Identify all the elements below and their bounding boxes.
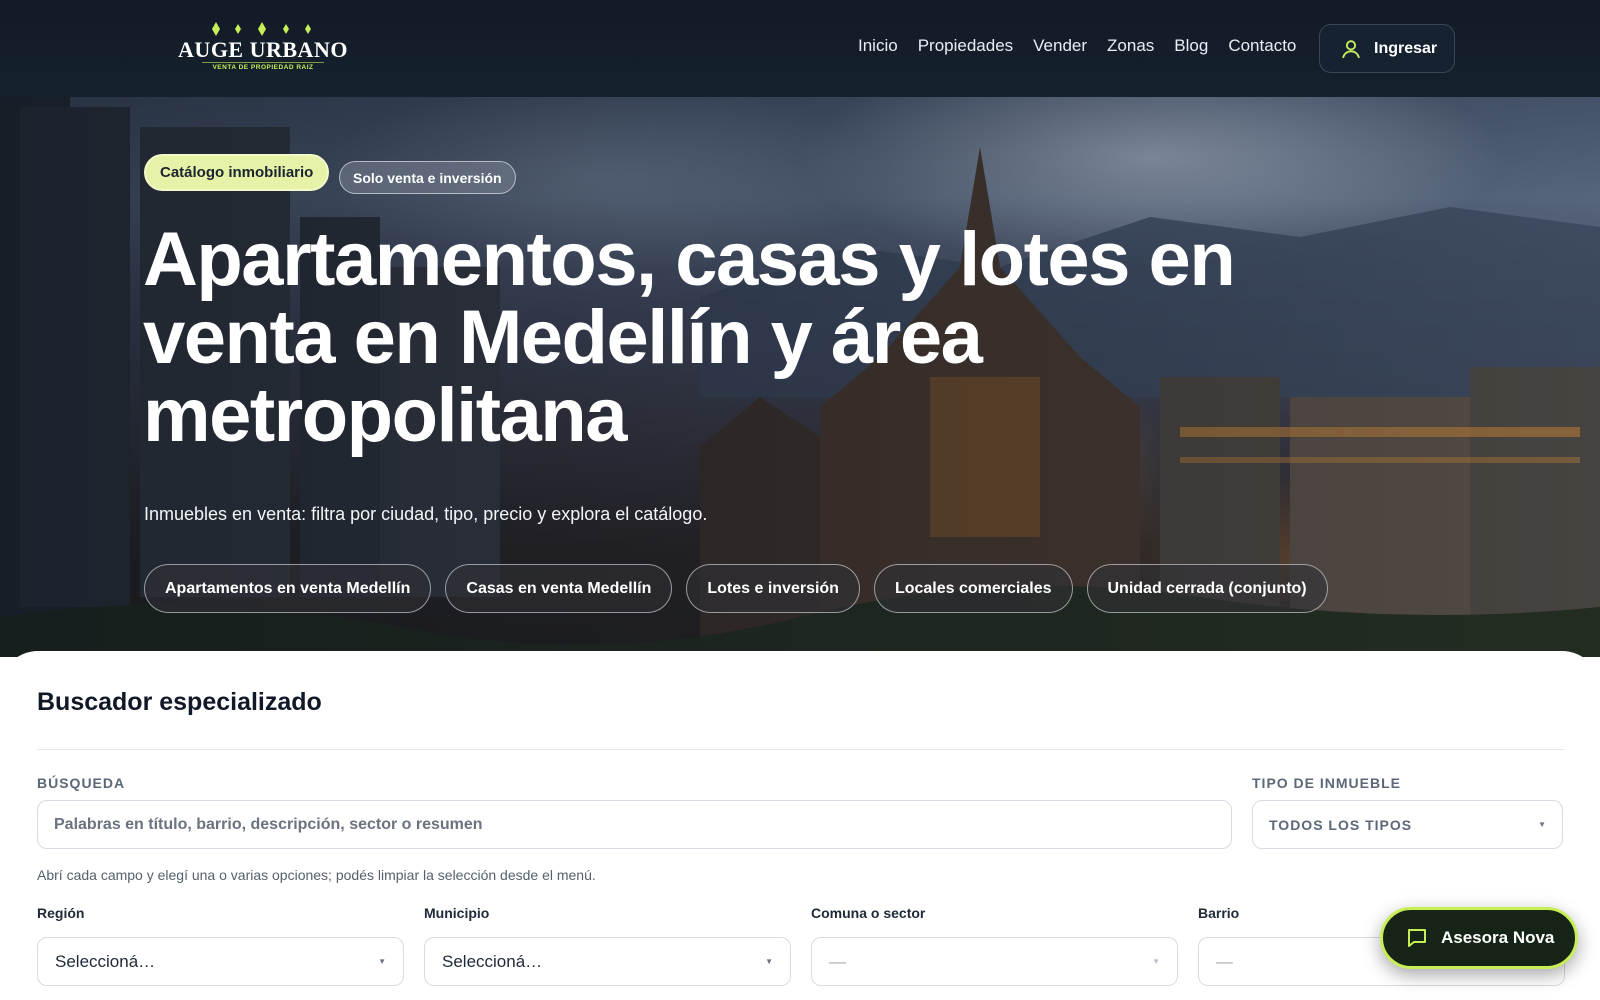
region-label: Región <box>37 905 85 921</box>
quick-filter-chips: Apartamentos en venta Medellín Casas en … <box>144 564 1342 613</box>
comuna-value: — <box>829 951 846 971</box>
hero-title: Apartamentos, casas y lotes en venta en … <box>143 217 1236 458</box>
chevron-down-icon: ▼ <box>1152 957 1160 966</box>
hero-subtitle: Inmuebles en venta: filtra por ciudad, t… <box>144 504 708 524</box>
diamonds-logo-icon <box>212 22 311 36</box>
search-title: Buscador especializado <box>37 688 322 716</box>
user-icon <box>1342 39 1360 58</box>
nav-inicio[interactable]: Inicio <box>858 36 898 56</box>
comuna-label: Comuna o sector <box>811 905 926 921</box>
property-type-label: TIPO DE INMUEBLE <box>1252 775 1402 791</box>
assistant-chat-button[interactable]: Asesora Nova <box>1380 907 1578 969</box>
chip-casas[interactable]: Casas en venta Medellín <box>445 564 673 613</box>
property-type-select[interactable]: TODOS LOS TIPOS ▼ <box>1252 800 1563 849</box>
chip-unidad-cerrada[interactable]: Unidad cerrada (conjunto) <box>1086 564 1328 613</box>
login-button[interactable]: Ingresar <box>1319 24 1455 73</box>
logo-divider <box>202 62 324 63</box>
nav-vender[interactable]: Vender <box>1033 36 1087 56</box>
brand-name: AUGE URBANO <box>178 37 348 62</box>
help-text: Abrí cada campo y elegí una o varias opc… <box>37 867 596 883</box>
divider <box>37 749 1564 750</box>
chevron-down-icon: ▼ <box>1538 820 1546 829</box>
region-value: Seleccioná… <box>55 951 156 971</box>
comuna-select[interactable]: — ▼ <box>811 937 1178 986</box>
barrio-value: — <box>1216 951 1233 971</box>
municipio-label: Municipio <box>424 905 490 921</box>
assistant-label: Asesora Nova <box>1441 928 1555 947</box>
catalog-badge: Catálogo inmobiliario <box>144 154 330 191</box>
chevron-down-icon: ▼ <box>765 957 773 966</box>
brand-logo[interactable]: AUGE URBANO VENTA DE PROPIEDAD RAIZ <box>178 22 348 76</box>
login-label: Ingresar <box>1374 39 1438 57</box>
chip-lotes[interactable]: Lotes e inversión <box>686 564 860 613</box>
site-header: AUGE URBANO VENTA DE PROPIEDAD RAIZ Inic… <box>0 0 1600 97</box>
search-panel: Buscador especializado BÚSQUEDA TIPO DE … <box>0 651 1600 1000</box>
sale-badge: Solo venta e inversión <box>339 161 516 194</box>
search-input[interactable] <box>37 800 1232 849</box>
chip-locales[interactable]: Locales comerciales <box>873 564 1073 613</box>
chip-apartamentos[interactable]: Apartamentos en venta Medellín <box>144 564 432 613</box>
property-type-value: TODOS LOS TIPOS <box>1269 816 1413 833</box>
chevron-down-icon: ▼ <box>378 957 386 966</box>
chat-icon <box>1408 929 1426 947</box>
nav-blog[interactable]: Blog <box>1174 36 1208 56</box>
query-label: BÚSQUEDA <box>37 775 126 791</box>
municipio-select[interactable]: Seleccioná… ▼ <box>424 937 791 986</box>
region-select[interactable]: Seleccioná… ▼ <box>37 937 404 986</box>
nav-contacto[interactable]: Contacto <box>1228 36 1296 56</box>
nav-zonas[interactable]: Zonas <box>1107 36 1154 56</box>
brand-tagline: VENTA DE PROPIEDAD RAIZ <box>212 64 314 71</box>
municipio-value: Seleccioná… <box>442 951 543 971</box>
main-nav: Inicio Propiedades Vender Zonas Blog Con… <box>858 36 1316 56</box>
hero-section: Catálogo inmobiliario Solo venta e inver… <box>0 97 1600 657</box>
nav-propiedades[interactable]: Propiedades <box>918 36 1013 56</box>
barrio-label: Barrio <box>1198 905 1240 921</box>
